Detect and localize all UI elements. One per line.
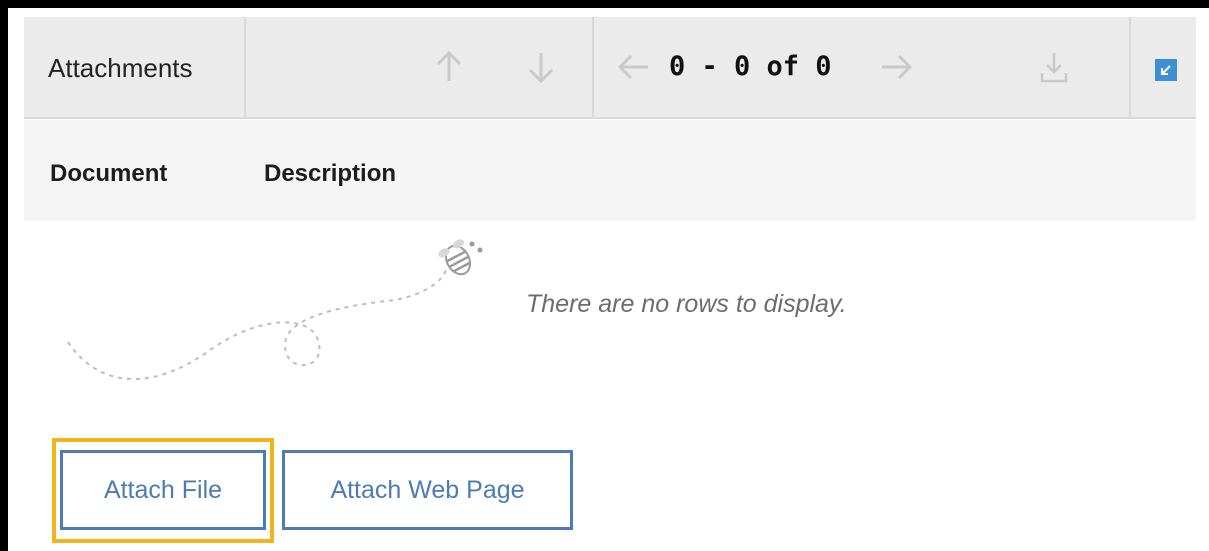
column-header-description[interactable]: Description [264,160,396,188]
empty-state-bee-illustration [67,239,483,380]
toolbar-divider [592,17,594,117]
table-header: Document Description [24,120,1196,221]
pagination-status: 0 - 0 of 0 [669,51,832,82]
toolbar-divider [244,17,246,117]
arrow-left-icon[interactable] [614,47,654,87]
attachments-toolbar: Attachments 0 - 0 of 0 [24,17,1196,119]
maximize-icon[interactable] [1155,59,1177,81]
section-title: Attachments [48,53,193,83]
arrow-down-icon[interactable] [521,47,561,87]
toolbar-divider [1129,17,1131,117]
empty-state-message: There are no rows to display. [526,290,847,318]
column-header-document[interactable]: Document [50,160,167,188]
attach-file-button[interactable]: Attach File [60,450,266,530]
download-icon[interactable] [1034,47,1074,87]
attach-web-page-button[interactable]: Attach Web Page [282,450,573,530]
arrow-up-icon[interactable] [429,47,469,87]
arrow-right-icon[interactable] [876,47,916,87]
